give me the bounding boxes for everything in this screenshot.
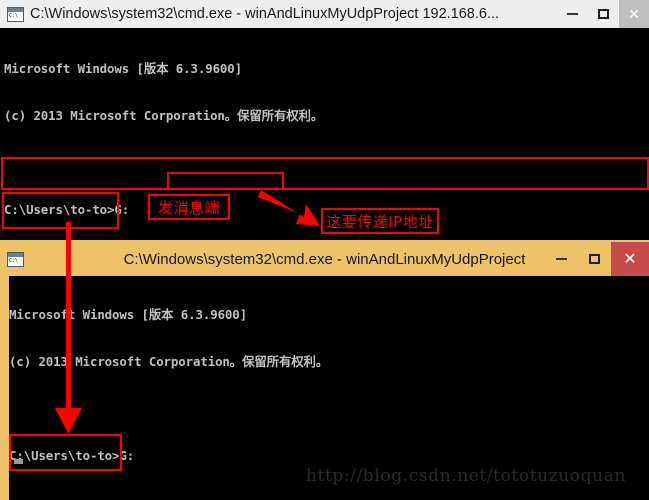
annotation-label-ip-hint: 这要传递IP地址 [321, 208, 439, 234]
annotation-arrow-vertical-shaft [66, 222, 71, 416]
console-line: Microsoft Windows [版本 6.3.9600] [9, 307, 248, 323]
close-button[interactable]: ✕ [619, 0, 649, 28]
blog-watermark: http://blog.csdn.net/tototuzuoquan [306, 466, 626, 486]
minimize-button[interactable] [545, 242, 578, 276]
console-line: (c) 2013 Microsoft Corporation。保留所有权利。 [9, 353, 329, 369]
maximize-button[interactable] [578, 242, 611, 276]
minimize-button[interactable] [557, 0, 587, 28]
maximize-icon [589, 254, 600, 264]
cmd-console-icon [7, 251, 24, 267]
annotation-box-output-win2 [9, 434, 122, 471]
cmd-console-icon [7, 6, 24, 22]
annotation-box-output-win1 [2, 192, 119, 229]
console-line: (c) 2013 Microsoft Corporation。保留所有权利。 [4, 107, 324, 123]
window1-title: C:\Windows\system32\cmd.exe - winAndLinu… [30, 6, 500, 22]
close-button[interactable]: ✕ [611, 242, 649, 276]
minimize-icon [566, 13, 578, 15]
window1-titlebar[interactable]: C:\Windows\system32\cmd.exe - winAndLinu… [0, 0, 649, 28]
annotation-arrow-vertical-head [55, 408, 82, 434]
window1-controls: ✕ [557, 0, 649, 28]
window2-controls: ✕ [545, 242, 649, 276]
minimize-icon [556, 258, 567, 260]
maximize-button[interactable] [587, 0, 619, 28]
close-icon: ✕ [623, 251, 637, 268]
annotation-label-sender: 发消息端 [148, 194, 230, 220]
maximize-icon [597, 9, 609, 19]
window2-title: C:\Windows\system32\cmd.exe - winAndLinu… [123, 250, 526, 268]
window2-left-frame [0, 276, 9, 500]
screenshot-root: C:\Windows\system32\cmd.exe - winAndLinu… [0, 0, 649, 500]
window2-titlebar[interactable]: C:\Windows\system32\cmd.exe - winAndLinu… [0, 242, 649, 276]
console-line: Microsoft Windows [版本 6.3.9600] [4, 61, 243, 77]
close-icon: ✕ [628, 5, 640, 22]
annotation-arrow-diagonal [258, 190, 320, 226]
